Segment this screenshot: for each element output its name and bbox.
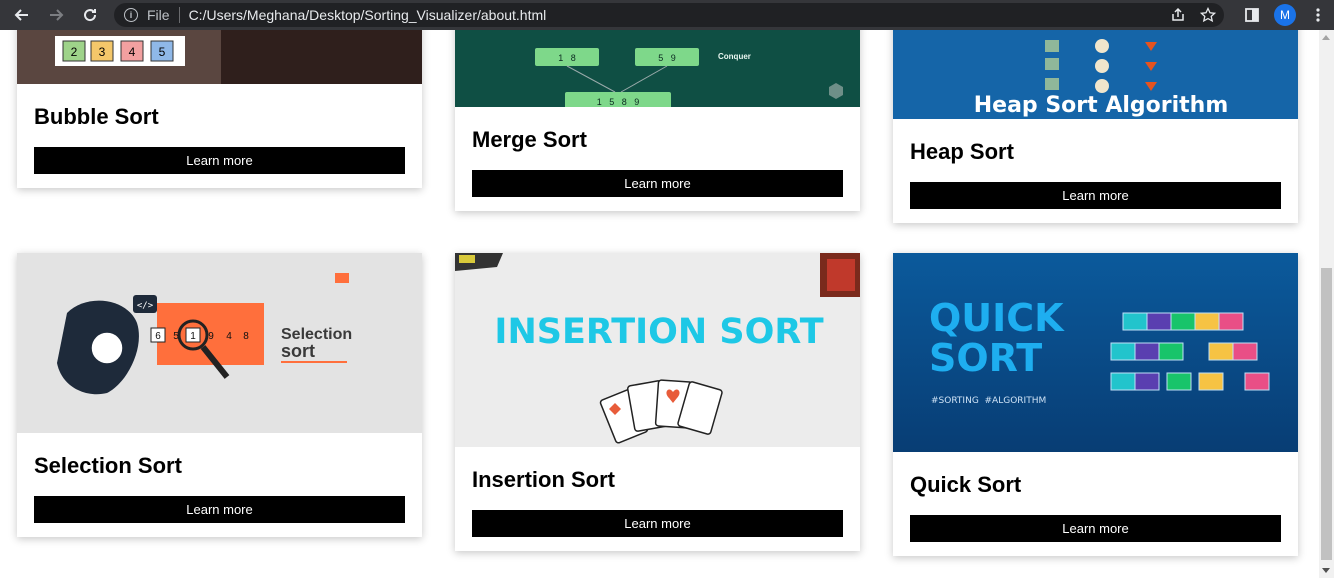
card-selection-sort: </> 6 5 1 9 4 8 Selection sort Selection… [17, 253, 422, 537]
side-panel-icon[interactable] [1244, 7, 1260, 23]
merge-conquer-label: Conquer [718, 52, 751, 61]
bubble-num-4: 5 [159, 45, 166, 59]
merge-box-merged: 1 5 8 9 [597, 97, 640, 107]
scroll-up-arrow-icon[interactable] [1322, 35, 1330, 40]
insertion-sort-image: INSERTION SORT [455, 253, 860, 447]
quick-sort-image: QUICK SORT #SORTING #ALGORITHM [893, 253, 1298, 452]
reload-button[interactable] [76, 1, 104, 29]
learn-more-button[interactable]: Learn more [472, 170, 843, 197]
reload-icon [84, 9, 97, 22]
heap-sort-image: Heap Sort Algorithm [893, 30, 1298, 119]
insertion-image-title: INSERTION SORT [494, 312, 823, 352]
page-viewport: 2 3 4 5 Bubble Sort Learn more 1 8 5 9 1… [0, 30, 1319, 578]
selection-code-tag: </> [137, 301, 154, 311]
learn-more-button[interactable]: Learn more [34, 496, 405, 523]
learn-more-button[interactable]: Learn more [472, 510, 843, 537]
more-menu-icon[interactable] [1310, 7, 1326, 23]
quick-hashtags: #SORTING #ALGORITHM [931, 396, 1046, 406]
bookmark-star-icon[interactable] [1200, 7, 1216, 23]
back-button[interactable] [8, 1, 36, 29]
heap-image-title: Heap Sort Algorithm [974, 93, 1229, 118]
info-icon[interactable]: i [124, 8, 138, 22]
url-text[interactable]: C:/Users/Meghana/Desktop/Sorting_Visuali… [189, 7, 547, 23]
browser-toolbar: i File C:/Users/Meghana/Desktop/Sorting_… [0, 0, 1334, 30]
forward-arrow-icon [50, 9, 64, 21]
selection-cell: 9 [208, 331, 214, 342]
selection-image-word2: sort [281, 341, 315, 361]
card-title: Merge Sort [472, 127, 587, 152]
learn-more-button[interactable]: Learn more [910, 182, 1281, 209]
selection-sort-image: </> 6 5 1 9 4 8 Selection sort [17, 253, 422, 433]
card-title: Selection Sort [34, 453, 182, 478]
quick-image-line2: SORT [929, 336, 1042, 380]
scroll-down-arrow-icon[interactable] [1322, 568, 1330, 573]
card-title: Quick Sort [910, 472, 1022, 497]
share-icon[interactable] [1170, 7, 1186, 23]
url-scheme: File [147, 7, 170, 23]
selection-cell: 4 [226, 331, 232, 342]
selection-cell: 6 [155, 331, 161, 342]
merge-box-left: 1 8 [558, 53, 576, 63]
selection-cell: 8 [243, 331, 249, 342]
card-title: Bubble Sort [34, 104, 159, 129]
card-insertion-sort: INSERTION SORT Insertion Sort Learn more [455, 253, 860, 551]
card-title: Heap Sort [910, 139, 1014, 164]
bubble-num-2: 3 [99, 45, 106, 59]
back-arrow-icon [14, 9, 28, 21]
brand-logo-icon [335, 273, 349, 283]
quick-image-line1: QUICK [929, 296, 1065, 340]
card-merge-sort: 1 8 5 9 1 5 8 9 Conquer Merge Sort Learn… [455, 30, 860, 211]
card-quick-sort: QUICK SORT #SORTING #ALGORITHM Quick Sor… [893, 253, 1298, 556]
bubble-num-1: 2 [71, 45, 78, 59]
learn-more-button[interactable]: Learn more [34, 147, 405, 174]
vertical-scrollbar[interactable] [1319, 30, 1334, 578]
card-bubble-sort: 2 3 4 5 Bubble Sort Learn more [17, 30, 422, 188]
selection-cell: 1 [190, 331, 196, 342]
merge-box-right: 5 9 [658, 53, 676, 63]
merge-sort-image: 1 8 5 9 1 5 8 9 Conquer [455, 30, 860, 107]
forward-button[interactable] [42, 1, 70, 29]
card-title: Insertion Sort [472, 467, 616, 492]
profile-avatar[interactable]: M [1274, 4, 1296, 26]
scrollbar-thumb[interactable] [1321, 268, 1332, 560]
omnibox-divider [178, 7, 180, 23]
bubble-num-3: 4 [129, 45, 136, 59]
card-heap-sort: Heap Sort Algorithm Heap Sort Learn more [893, 30, 1298, 223]
learn-more-button[interactable]: Learn more [910, 515, 1281, 542]
bubble-sort-image: 2 3 4 5 [17, 30, 422, 84]
address-bar[interactable]: i File C:/Users/Meghana/Desktop/Sorting_… [114, 3, 1224, 27]
